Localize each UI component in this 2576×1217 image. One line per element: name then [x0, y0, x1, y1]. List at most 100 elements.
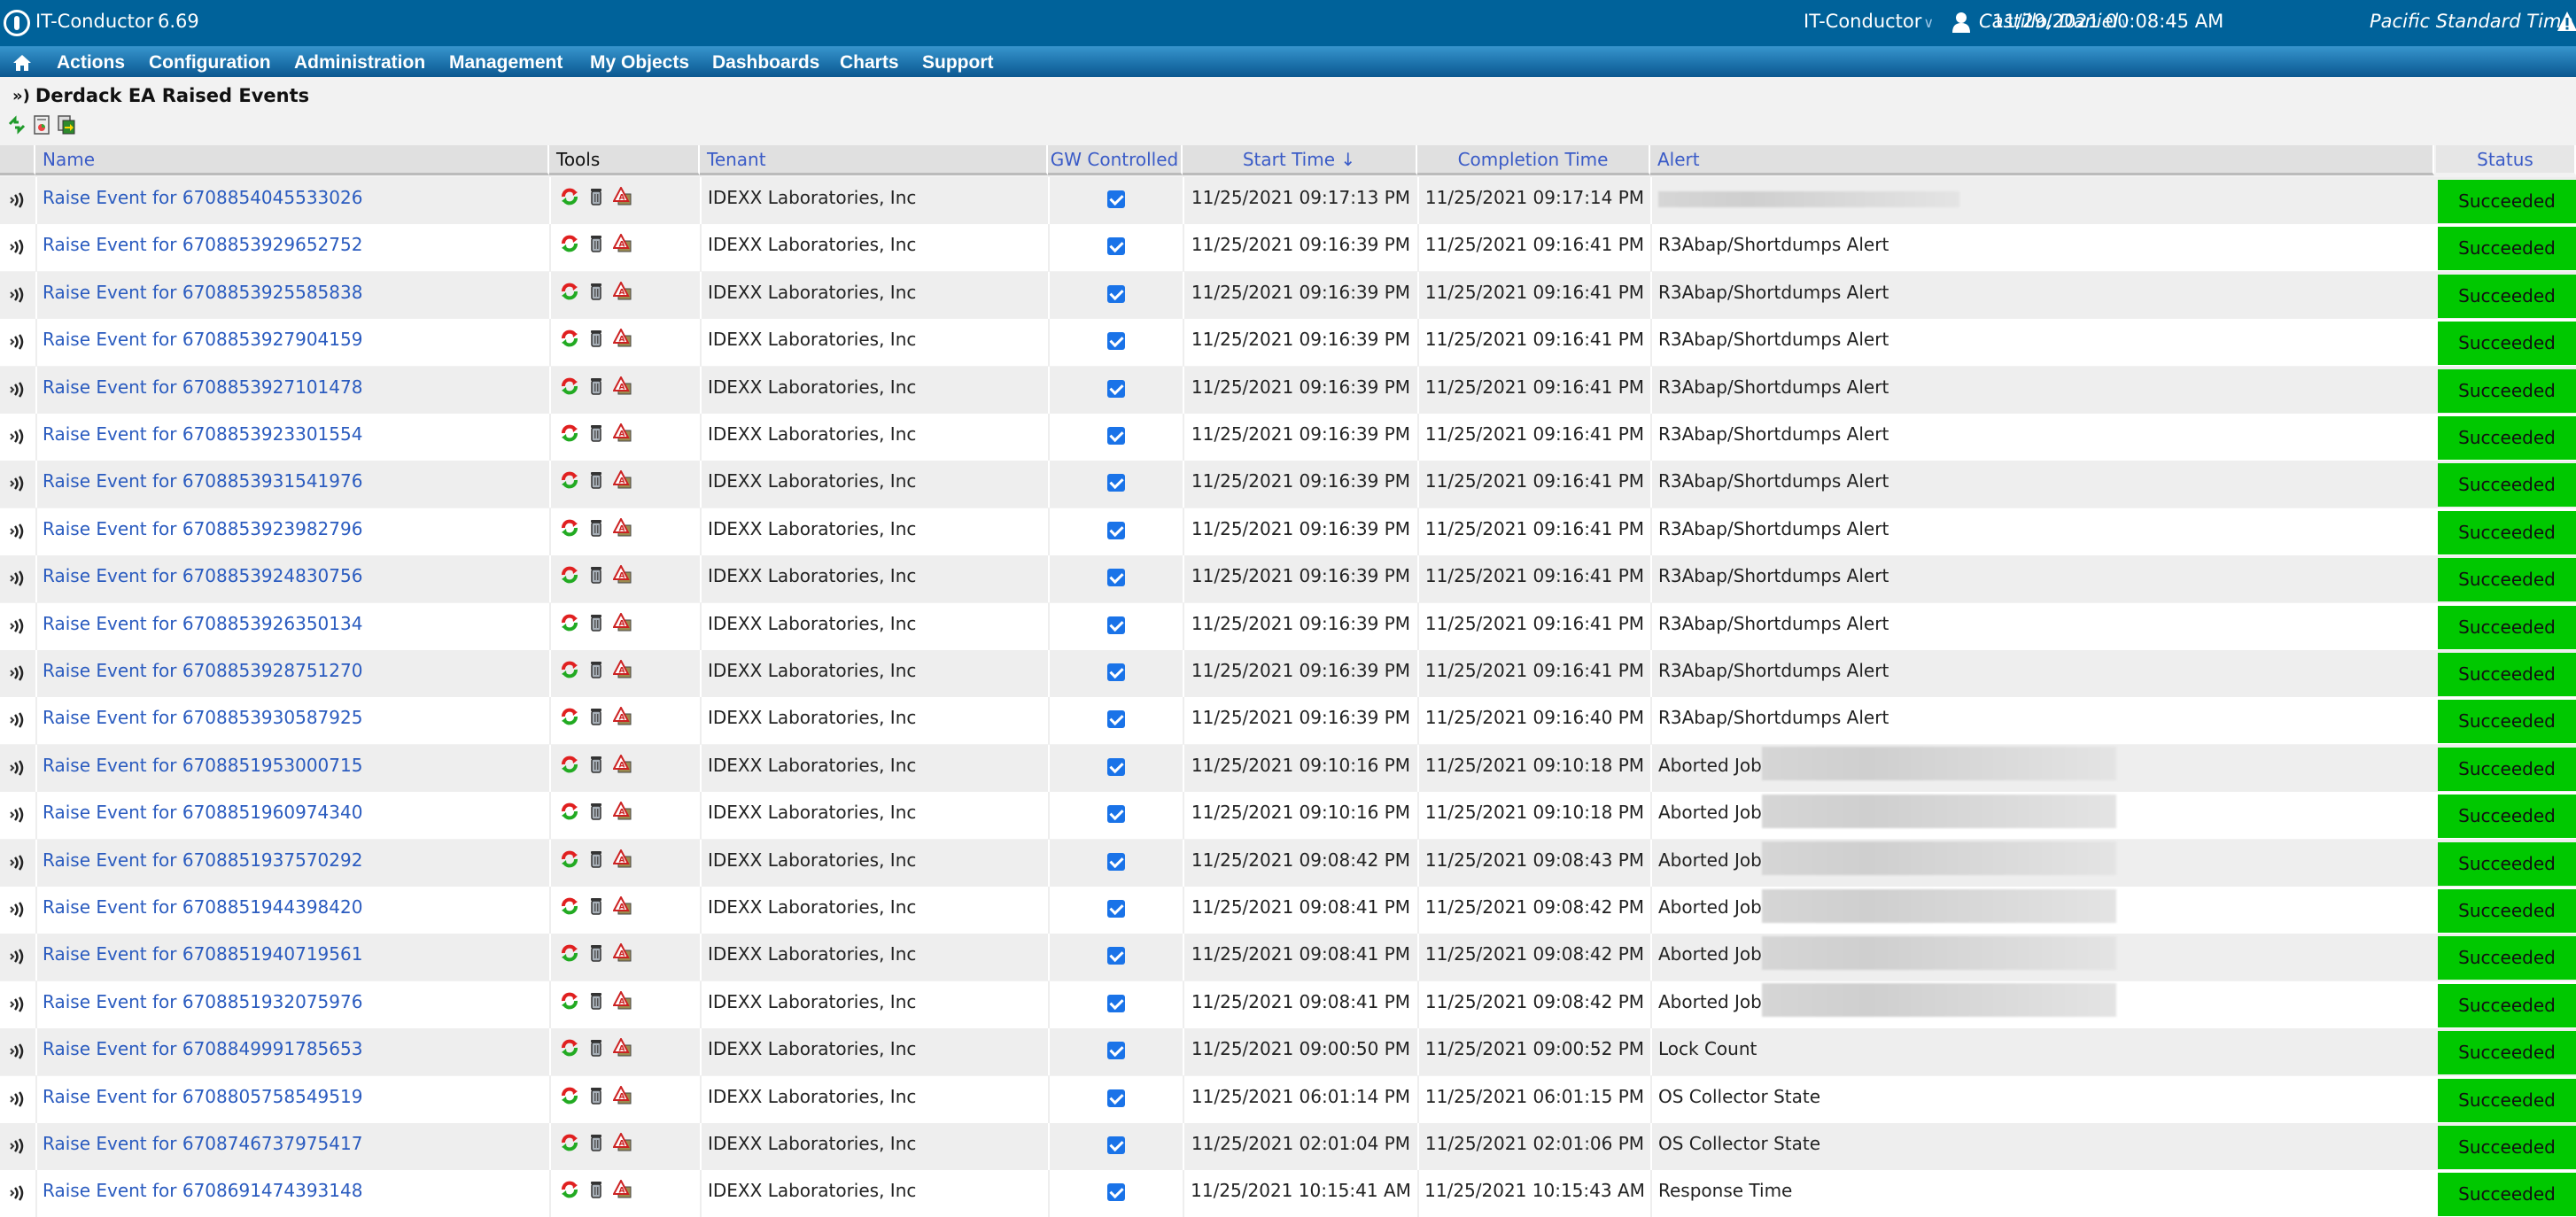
table-row[interactable]: Raise Event for 6708853931541976 A IDEXX… — [0, 461, 2576, 508]
alert-details-icon[interactable]: A — [613, 943, 632, 963]
gw-controlled-checkbox[interactable] — [1107, 994, 1125, 1012]
column-header-gw-controlled[interactable]: GW Controlled — [1048, 145, 1183, 175]
gw-controlled-checkbox[interactable] — [1107, 1089, 1125, 1107]
event-name-link[interactable]: Raise Event for 6708851937570292 — [43, 849, 362, 871]
rerun-icon[interactable] — [560, 470, 579, 490]
nav-administration[interactable]: Administration — [294, 52, 425, 74]
gw-controlled-checkbox[interactable] — [1107, 757, 1125, 776]
delete-icon[interactable] — [586, 565, 606, 585]
warning-icon[interactable] — [2557, 11, 2576, 32]
rerun-icon[interactable] — [560, 1133, 579, 1152]
delete-icon[interactable] — [586, 802, 606, 821]
table-row[interactable]: Raise Event for 6708851960974340 A IDEXX… — [0, 792, 2576, 840]
nav-dashboards[interactable]: Dashboards — [712, 52, 819, 74]
delete-icon[interactable] — [586, 470, 606, 490]
table-row[interactable]: Raise Event for 6708853926350134 A IDEXX… — [0, 602, 2576, 650]
delete-icon[interactable] — [586, 187, 606, 206]
delete-icon[interactable] — [586, 234, 606, 253]
table-row[interactable]: Raise Event for 6708853927904159 A IDEXX… — [0, 319, 2576, 367]
rerun-icon[interactable] — [560, 518, 579, 538]
alert-details-icon[interactable]: A — [613, 376, 632, 396]
event-name-link[interactable]: Raise Event for 6708853925585838 — [43, 282, 362, 303]
event-name-link[interactable]: Raise Event for 6708849991785653 — [43, 1038, 362, 1059]
column-header-alert[interactable]: Alert — [1650, 145, 2434, 175]
column-header-tenant[interactable]: Tenant — [700, 145, 1048, 175]
rerun-icon[interactable] — [560, 1086, 579, 1105]
delete-icon[interactable] — [586, 282, 606, 301]
gw-controlled-checkbox[interactable] — [1107, 1136, 1125, 1154]
rerun-icon[interactable] — [560, 282, 579, 301]
column-header-status[interactable]: Status — [2436, 145, 2576, 175]
gw-controlled-checkbox[interactable] — [1107, 379, 1125, 398]
gw-controlled-checkbox[interactable] — [1107, 852, 1125, 871]
rerun-icon[interactable] — [560, 187, 579, 206]
alert-details-icon[interactable]: A — [613, 1180, 632, 1199]
delete-icon[interactable] — [586, 991, 606, 1011]
delete-icon[interactable] — [586, 329, 606, 348]
delete-icon[interactable] — [586, 423, 606, 443]
table-row[interactable]: Raise Event for 6708746737975417 A IDEXX… — [0, 1123, 2576, 1170]
rerun-icon[interactable] — [560, 234, 579, 253]
alert-details-icon[interactable]: A — [613, 990, 632, 1011]
export-icon[interactable] — [57, 115, 76, 135]
table-row[interactable]: Raise Event for 6708853923301554 A IDEXX… — [0, 414, 2576, 461]
gw-controlled-checkbox[interactable] — [1107, 284, 1125, 303]
delete-icon[interactable] — [586, 1180, 606, 1199]
gw-controlled-checkbox[interactable] — [1107, 1183, 1125, 1202]
alert-details-icon[interactable]: A — [613, 1085, 632, 1105]
gw-controlled-checkbox[interactable] — [1107, 805, 1125, 824]
event-name-link[interactable]: Raise Event for 6708853926350134 — [43, 613, 362, 634]
rerun-icon[interactable] — [560, 423, 579, 443]
event-name-link[interactable]: Raise Event for 6708853927904159 — [43, 329, 362, 350]
table-row[interactable]: Raise Event for 6708851944398420 A IDEXX… — [0, 887, 2576, 934]
table-row[interactable]: Raise Event for 6708853930587925 A IDEXX… — [0, 697, 2576, 745]
gw-controlled-checkbox[interactable] — [1107, 569, 1125, 587]
gw-controlled-checkbox[interactable] — [1107, 663, 1125, 681]
event-name-link[interactable]: Raise Event for 6708805758549519 — [43, 1086, 362, 1107]
rerun-icon[interactable] — [560, 802, 579, 821]
alert-details-icon[interactable]: A — [613, 754, 632, 774]
nav-management[interactable]: Management — [449, 52, 563, 74]
rerun-icon[interactable] — [560, 660, 579, 679]
delete-icon[interactable] — [586, 1086, 606, 1105]
column-header-name[interactable]: Name — [35, 145, 549, 175]
delete-icon[interactable] — [586, 660, 606, 679]
event-name-link[interactable]: Raise Event for 6708746737975417 — [43, 1133, 362, 1154]
report-icon[interactable] — [32, 115, 51, 135]
alert-details-icon[interactable]: A — [613, 187, 632, 206]
alert-details-icon[interactable]: A — [613, 565, 632, 585]
alert-details-icon[interactable]: A — [613, 423, 632, 443]
event-name-link[interactable]: Raise Event for 6708851940719561 — [43, 943, 362, 965]
alert-details-icon[interactable]: A — [613, 517, 632, 538]
gw-controlled-checkbox[interactable] — [1107, 237, 1125, 256]
rerun-icon[interactable] — [560, 1180, 579, 1199]
table-row[interactable]: Raise Event for 6708851953000715 A IDEXX… — [0, 744, 2576, 792]
event-name-link[interactable]: Raise Event for 6708851960974340 — [43, 802, 362, 823]
event-name-link[interactable]: Raise Event for 6708853927101478 — [43, 376, 362, 398]
tenant-selector[interactable]: IT-Conductor ∨ — [1804, 11, 1934, 32]
event-name-link[interactable]: Raise Event for 6708691474393148 — [43, 1180, 362, 1201]
event-name-link[interactable]: Raise Event for 6708853931541976 — [43, 470, 362, 492]
column-header-start-time[interactable]: Start Time ↓ — [1183, 145, 1417, 175]
refresh-icon[interactable] — [7, 115, 27, 135]
event-name-link[interactable]: Raise Event for 6708853930587925 — [43, 707, 362, 728]
gw-controlled-checkbox[interactable] — [1107, 521, 1125, 539]
delete-icon[interactable] — [586, 755, 606, 774]
alert-details-icon[interactable]: A — [613, 470, 632, 490]
nav-my-objects[interactable]: My Objects — [590, 52, 689, 74]
alert-details-icon[interactable]: A — [613, 849, 632, 869]
alert-details-icon[interactable]: A — [613, 281, 632, 301]
event-name-link[interactable]: Raise Event for 6708853929652752 — [43, 234, 362, 255]
table-row[interactable]: Raise Event for 6708851937570292 A IDEXX… — [0, 839, 2576, 887]
event-name-link[interactable]: Raise Event for 6708854045533026 — [43, 187, 362, 208]
home-icon[interactable] — [12, 54, 32, 72]
table-row[interactable]: Raise Event for 6708853924830756 A IDEXX… — [0, 555, 2576, 603]
delete-icon[interactable] — [586, 707, 606, 726]
alert-details-icon[interactable]: A — [613, 802, 632, 821]
table-row[interactable]: Raise Event for 6708853925585838 A IDEXX… — [0, 271, 2576, 319]
gw-controlled-checkbox[interactable] — [1107, 710, 1125, 729]
table-row[interactable]: Raise Event for 6708805758549519 A IDEXX… — [0, 1075, 2576, 1123]
table-row[interactable]: Raise Event for 6708691474393148 A IDEXX… — [0, 1170, 2576, 1217]
table-row[interactable]: Raise Event for 6708853928751270 A IDEXX… — [0, 650, 2576, 697]
rerun-icon[interactable] — [560, 707, 579, 726]
